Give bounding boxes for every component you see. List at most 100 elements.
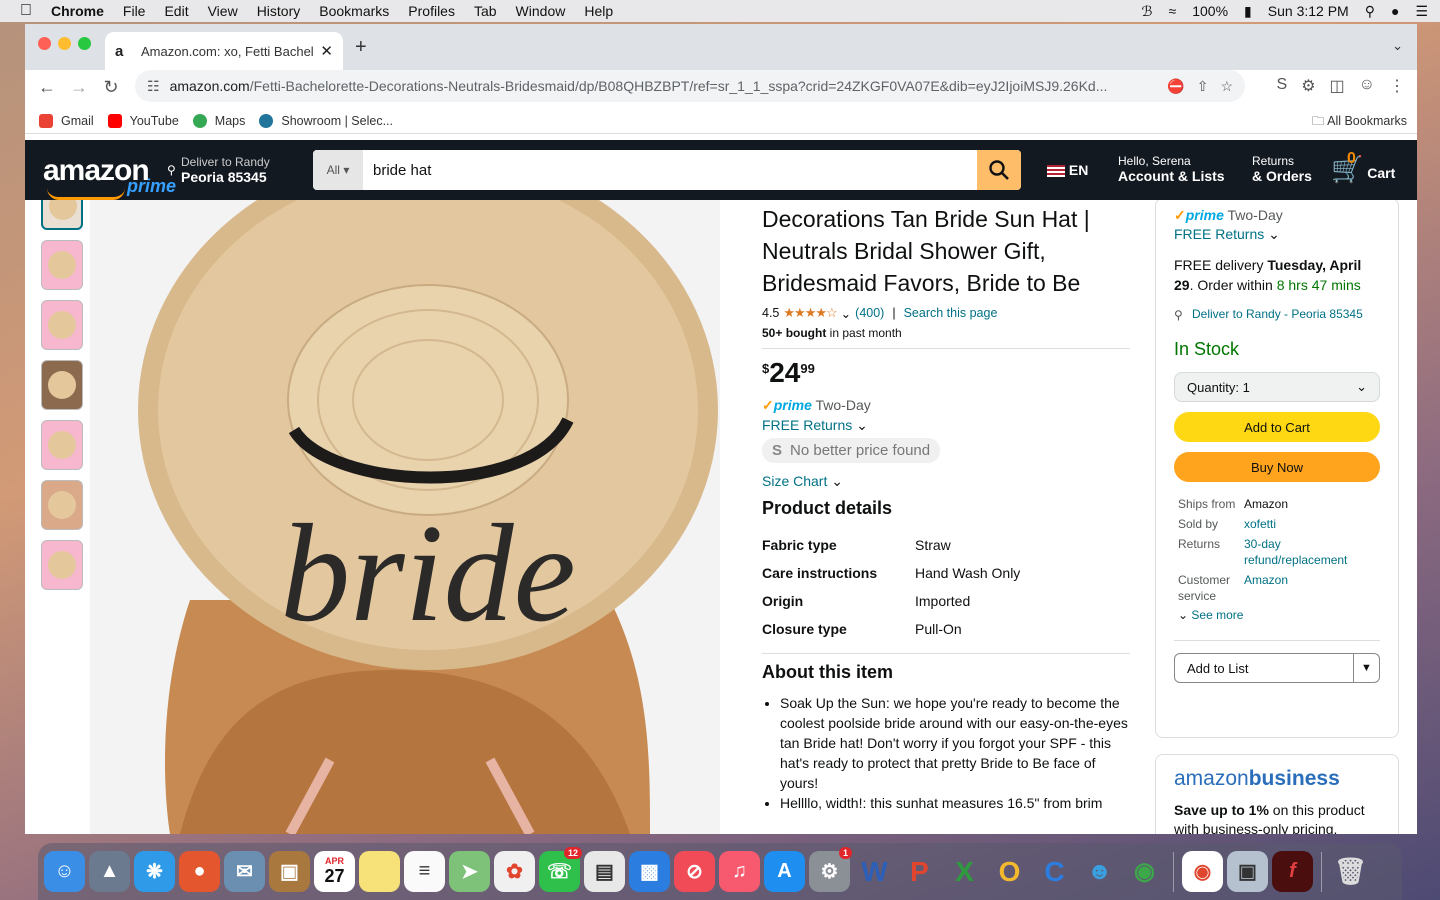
customer-service-link[interactable]: Amazon xyxy=(1244,572,1380,604)
ratings-count-link[interactable]: (400) xyxy=(855,306,884,320)
menu-item[interactable]: Bookmarks xyxy=(319,3,389,19)
news-icon[interactable]: ⊘ xyxy=(674,851,715,892)
amazon-business-logo[interactable]: amazonbusiness xyxy=(1174,767,1380,791)
free-returns-link[interactable]: FREE Returns ⌄ xyxy=(1174,226,1380,243)
menu-item[interactable]: Tab xyxy=(474,3,497,19)
calendar-icon[interactable]: APR 27 xyxy=(314,851,355,892)
new-tab-icon[interactable]: + xyxy=(355,36,367,59)
search-category-dropdown[interactable]: All ▾ xyxy=(313,150,363,190)
contacts-icon[interactable]: ▣ xyxy=(269,851,310,892)
address-bar[interactable]: ☷ amazon.com/Fetti-Bachelorette-Decorati… xyxy=(135,70,1245,102)
menu-item[interactable]: History xyxy=(257,3,301,19)
rating-chevron-icon[interactable]: ⌄ xyxy=(841,306,851,321)
back-arrow-icon[interactable]: ← xyxy=(31,77,63,98)
menu-item[interactable]: Window xyxy=(516,3,566,19)
returns-orders[interactable]: Returns & Orders xyxy=(1252,154,1312,184)
thumbnail[interactable] xyxy=(41,480,83,530)
photos-icon[interactable]: ✿ xyxy=(494,851,535,892)
cart-button[interactable]: 🛒 0 Cart xyxy=(1331,150,1395,185)
menu-item[interactable]: Profiles xyxy=(408,3,455,19)
system-settings-icon[interactable]: ⚙ 1 xyxy=(809,847,852,892)
bookmark-maps[interactable]: Maps xyxy=(192,113,245,128)
reload-icon[interactable]: ↻ xyxy=(95,77,127,98)
safari-icon[interactable]: ❋ xyxy=(134,851,175,892)
star-rating-icon[interactable]: ★★★★☆ xyxy=(783,305,837,321)
extensions-puzzle-icon[interactable]: ⚙ xyxy=(1301,76,1315,96)
close-tab-icon[interactable]: ✕ xyxy=(320,42,333,60)
no-better-price-badge[interactable]: S No better price found xyxy=(762,438,941,463)
account-lists[interactable]: Hello, Serena Account & Lists xyxy=(1118,154,1225,184)
thumbnail[interactable] xyxy=(41,420,83,470)
buy-now-button[interactable]: Buy Now xyxy=(1174,452,1380,482)
menu-item[interactable]: Edit xyxy=(164,3,188,19)
keynote-icon[interactable]: ▩ xyxy=(629,851,670,892)
bluetooth-icon[interactable]: ℬ xyxy=(1142,3,1153,20)
bookmark-showroom[interactable]: Showroom | Selec... xyxy=(259,113,393,128)
menu-item[interactable]: Help xyxy=(584,3,613,19)
blocked-popup-icon[interactable]: ⛔ xyxy=(1167,78,1184,95)
quantity-select[interactable]: Quantity: 1 ⌄ xyxy=(1174,372,1380,402)
word-icon[interactable]: W xyxy=(854,851,895,892)
share-icon[interactable]: ⇧ xyxy=(1197,78,1209,95)
thumbnail[interactable] xyxy=(41,300,83,350)
deliver-to-link[interactable]: ⚲ Deliver to Randy - Peoria 85345 xyxy=(1174,305,1380,323)
tab-search-chevron-icon[interactable]: ⌄ xyxy=(1392,38,1403,54)
site-info-icon[interactable]: ☷ xyxy=(147,78,160,95)
facetime-icon[interactable]: ☏ 12 xyxy=(539,847,582,892)
minimize-window-button[interactable] xyxy=(58,37,71,50)
flash-player-icon[interactable]: f xyxy=(1272,851,1313,892)
firefox-icon[interactable]: ● xyxy=(179,851,220,892)
all-bookmarks-button[interactable]: 🗀 All Bookmarks xyxy=(1312,112,1407,133)
add-to-list-button[interactable]: Add to List xyxy=(1174,653,1354,683)
language-selector[interactable]: EN xyxy=(1047,162,1088,178)
control-center-icon[interactable]: ☰ xyxy=(1415,3,1428,20)
amazon-logo[interactable]: amazon prime xyxy=(43,154,176,200)
side-panel-icon[interactable]: ◫ xyxy=(1330,76,1345,96)
powerpoint-icon[interactable]: P xyxy=(899,851,940,892)
size-chart-link[interactable]: Size Chart ⌄ xyxy=(762,473,1130,490)
menu-item[interactable]: File xyxy=(123,3,146,19)
thumbnail[interactable] xyxy=(41,200,83,230)
excel-icon[interactable]: X xyxy=(944,851,985,892)
search-this-page-link[interactable]: Search this page xyxy=(904,306,998,320)
chrome-menu-icon[interactable]: ⋮ xyxy=(1389,76,1405,96)
spotlight-search-icon[interactable]: ⚲ xyxy=(1365,3,1375,20)
thumbnail[interactable] xyxy=(41,240,83,290)
reminders-icon[interactable]: ≡ xyxy=(404,851,445,892)
app-store-icon[interactable]: A xyxy=(764,851,805,892)
wifi-icon[interactable]: ≈ xyxy=(1169,3,1177,19)
thumbnail[interactable] xyxy=(41,360,83,410)
chrome-icon[interactable]: ◉ xyxy=(1182,851,1223,892)
bookmark-star-icon[interactable]: ☆ xyxy=(1220,78,1233,95)
menu-app-name[interactable]: Chrome xyxy=(51,3,104,19)
notes-icon[interactable] xyxy=(359,851,400,892)
bookmark-gmail[interactable]: Gmail xyxy=(39,113,94,128)
profile-avatar[interactable]: ☺ xyxy=(1359,76,1375,96)
menu-item[interactable]: View xyxy=(208,3,238,19)
launchpad-icon[interactable]: ▲ xyxy=(89,851,130,892)
seller-link[interactable]: xofetti xyxy=(1244,516,1380,532)
finder-icon[interactable]: ☺ xyxy=(44,851,85,892)
add-to-cart-button[interactable]: Add to Cart xyxy=(1174,412,1380,442)
battery-icon[interactable]: ▮ xyxy=(1244,3,1252,20)
forward-arrow-icon[interactable]: → xyxy=(63,77,95,98)
add-to-list-dropdown[interactable]: ▼ xyxy=(1354,653,1380,683)
network-globe-icon[interactable]: ◉ xyxy=(1124,851,1165,892)
main-product-image[interactable]: bride xyxy=(90,200,720,834)
trash-icon[interactable]: 🗑 xyxy=(1330,851,1371,892)
image-capture-icon[interactable]: ▣ xyxy=(1227,851,1268,892)
deliver-to[interactable]: ⚲ Deliver to Randy Peoria 85345 xyxy=(167,155,270,185)
music-icon[interactable]: ♫ xyxy=(719,851,760,892)
extension-s-icon[interactable]: S xyxy=(1277,76,1288,96)
bookmark-youtube[interactable]: YouTube xyxy=(107,113,179,128)
returns-link[interactable]: 30-day refund/replacement xyxy=(1244,536,1380,568)
maximize-window-button[interactable] xyxy=(78,37,91,50)
active-tab[interactable]: a Amazon.com: xo, Fetti Bachelo ✕ xyxy=(105,32,343,70)
maps-icon[interactable]: ➤ xyxy=(449,851,490,892)
preview-icon[interactable]: ▤ xyxy=(584,851,625,892)
siri-icon[interactable]: ● xyxy=(1391,3,1399,19)
thumbnail[interactable] xyxy=(41,540,83,590)
free-returns-link[interactable]: FREE Returns ⌄ xyxy=(762,417,1130,434)
c-app-icon[interactable]: C xyxy=(1034,851,1075,892)
clock[interactable]: Sun 3:12 PM xyxy=(1268,3,1349,19)
